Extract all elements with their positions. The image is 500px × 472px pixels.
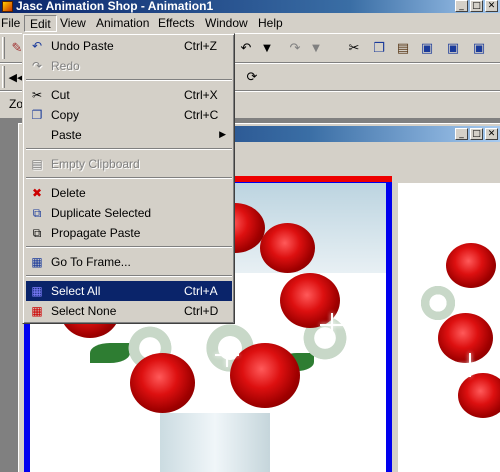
rose xyxy=(260,223,315,273)
glass-vase xyxy=(160,413,270,472)
maximize-button[interactable]: □ xyxy=(470,0,483,12)
menu-separator xyxy=(26,177,232,179)
app-title-bar: Jasc Animation Shop - Animation1 _ □ ✕ xyxy=(0,0,500,13)
doc-maximize-button[interactable]: □ xyxy=(470,128,483,140)
rose xyxy=(446,243,496,288)
scissors-icon: ✂ xyxy=(31,88,43,102)
select-none-icon: ▦ xyxy=(31,304,43,318)
doc-minimize-button[interactable]: _ xyxy=(455,128,468,140)
menu-bar: File Edit View Animation Effects Window … xyxy=(0,13,500,33)
select-all-icon: ▦ xyxy=(31,284,43,298)
menu-animation[interactable]: Animation xyxy=(91,15,154,32)
edit-menu-dropdown: ↶ Undo Paste Ctrl+Z ↷ Redo ✂ Cut Ctrl+X … xyxy=(22,33,235,324)
menu-file[interactable]: File xyxy=(0,15,25,32)
film-icon: ▦ xyxy=(31,255,43,269)
menu-item-redo[interactable]: ↷ Redo xyxy=(26,56,232,76)
menu-item-paste[interactable]: Paste ▶ xyxy=(26,125,232,145)
paste-before-icon[interactable]: ▣ xyxy=(442,37,464,59)
undo-toolbar-button[interactable]: ↶ xyxy=(235,37,257,59)
menu-item-empty-clipboard[interactable]: ▤ Empty Clipboard xyxy=(26,154,232,174)
close-button[interactable]: ✕ xyxy=(485,0,498,12)
menu-item-copy[interactable]: ❐ Copy Ctrl+C xyxy=(26,105,232,125)
babys-breath xyxy=(418,283,458,323)
cut-icon[interactable]: ✂ xyxy=(343,37,365,59)
paste-after-icon[interactable]: ▣ xyxy=(468,37,490,59)
doc-close-button[interactable]: ✕ xyxy=(485,128,498,140)
copy-icon: ❐ xyxy=(31,108,43,122)
sparkle xyxy=(458,353,482,377)
paste-new-icon[interactable]: ▣ xyxy=(416,37,438,59)
menu-separator xyxy=(26,148,232,150)
menu-help[interactable]: Help xyxy=(253,15,288,32)
submenu-arrow-icon: ▶ xyxy=(219,130,226,140)
menu-item-delete[interactable]: ✖ Delete xyxy=(26,183,232,203)
zoom-label: Zo xyxy=(9,97,24,111)
menu-separator xyxy=(26,79,232,81)
menu-item-cut[interactable]: ✂ Cut Ctrl+X xyxy=(26,85,232,105)
rose xyxy=(458,373,500,418)
duplicate-icon: ⧉ xyxy=(32,206,42,220)
menu-separator xyxy=(26,246,232,248)
propagate-icon: ⧉ xyxy=(32,226,42,240)
rose xyxy=(130,353,195,413)
menu-separator xyxy=(26,275,232,277)
paste-icon[interactable]: ▤ xyxy=(392,37,414,59)
sparkle xyxy=(215,343,239,367)
minimize-button[interactable]: _ xyxy=(455,0,468,12)
redo-icon: ↷ xyxy=(31,59,43,73)
menu-item-select-none[interactable]: ▦ Select None Ctrl+D xyxy=(26,301,232,321)
app-logo-icon xyxy=(2,1,13,12)
frame-2-image[interactable] xyxy=(398,183,500,472)
menu-item-duplicate-selected[interactable]: ⧉ Duplicate Selected xyxy=(26,203,232,223)
toolbar-grip[interactable] xyxy=(2,37,5,59)
sparkle xyxy=(320,313,344,337)
clipboard-icon: ▤ xyxy=(31,157,43,171)
undo-dropdown-icon[interactable]: ▼ xyxy=(256,37,278,59)
redo-dropdown-icon[interactable]: ▼ xyxy=(305,37,327,59)
undo-icon: ↶ xyxy=(31,39,43,53)
menu-window[interactable]: Window xyxy=(200,15,253,32)
rose xyxy=(230,343,300,408)
app-title: Jasc Animation Shop - Animation1 xyxy=(16,0,214,13)
menu-view[interactable]: View xyxy=(55,15,91,32)
menu-edit[interactable]: Edit xyxy=(24,15,57,32)
delete-icon: ✖ xyxy=(31,186,43,200)
menu-item-undo-paste[interactable]: ↶ Undo Paste Ctrl+Z xyxy=(26,36,232,56)
menu-item-propagate-paste[interactable]: ⧉ Propagate Paste xyxy=(26,223,232,243)
menu-item-select-all[interactable]: ▦ Select All Ctrl+A xyxy=(26,281,232,301)
redo-toolbar-button[interactable]: ↷ xyxy=(284,37,306,59)
leaf xyxy=(90,343,130,363)
copy-icon[interactable]: ❐ xyxy=(368,37,390,59)
toolbar-grip[interactable] xyxy=(2,66,5,88)
loop-icon[interactable]: ⟳ xyxy=(241,66,263,88)
menu-effects[interactable]: Effects xyxy=(153,15,199,32)
menu-item-go-to-frame[interactable]: ▦ Go To Frame... xyxy=(26,252,232,272)
